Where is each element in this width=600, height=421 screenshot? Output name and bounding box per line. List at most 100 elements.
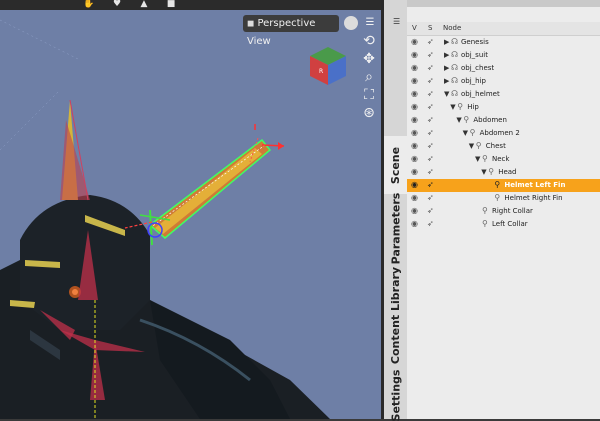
figure-icon[interactable]: ♥ [110,0,124,9]
expand-chevron-icon[interactable]: ▼ [450,103,455,111]
expand-chevron-icon[interactable]: ▼ [469,142,474,150]
node-label: Helmet Left Fin [504,181,566,189]
node-label: obj_chest [461,64,495,72]
selectable-arrow-icon[interactable]: ➶ [427,194,434,202]
bone-icon: ⚲ [457,102,464,111]
scene-node-row[interactable]: ◉ ➶ ▶ ☊ obj_chest [407,62,600,75]
tab-settings[interactable]: Settings [384,370,407,421]
visibility-eye-icon[interactable]: ◉ [411,181,420,189]
visibility-eye-icon[interactable]: ◉ [411,168,420,176]
expand-chevron-icon[interactable]: ▼ [444,90,449,98]
selectable-arrow-icon[interactable]: ➶ [427,103,434,111]
visibility-eye-icon[interactable]: ◉ [411,207,420,215]
scene-node-row[interactable]: ◉ ➶ ▼ ⚲ Abdomen 2 [407,127,600,140]
scene-node-row[interactable]: ◉ ➶ ⚲ Helmet Right Fin [407,192,600,205]
3d-viewport[interactable]: R ✋ ♥ ▲ ■ ◼ Perspective View ☰ ⟲ ✥ ⌕ ⛶ ⊛ [0,0,381,419]
draw-style-button[interactable] [344,16,358,30]
side-tab-bar: Scene Parameters Content Library Setting… [384,0,407,421]
orbit-icon[interactable]: ⟲ [361,33,377,49]
tab-parameters[interactable]: Parameters [384,192,407,264]
shape-icon[interactable]: ▲ [137,0,151,9]
column-node[interactable]: Node [443,24,461,32]
perspective-view-dropdown[interactable]: ◼ Perspective View [243,15,339,47]
node-label: Abdomen 2 [479,129,520,137]
expand-chevron-icon[interactable]: ▶ [444,51,449,59]
scene-node-row[interactable]: ◉ ➶ ▼ ☊ obj_helmet [407,88,600,101]
bone-icon: ⚲ [482,219,488,228]
selectable-arrow-icon[interactable]: ➶ [427,168,434,176]
scene-node-row[interactable]: ◉ ➶ ▼ ⚲ Neck [407,153,600,166]
expand-chevron-icon[interactable]: ▶ [444,38,449,46]
scene-column-header: V S Node [407,22,600,36]
node-label: obj_suit [461,51,488,59]
visibility-eye-icon[interactable]: ◉ [411,116,420,124]
expand-chevron-icon[interactable]: ▶ [444,64,449,72]
scene-node-row[interactable]: ◉ ➶ ▼ ⚲ Abdomen [407,114,600,127]
scene-node-row[interactable]: ◉ ➶ ▶ ☊ obj_suit [407,49,600,62]
column-visible[interactable]: V [412,24,417,32]
visibility-eye-icon[interactable]: ◉ [411,51,420,59]
visibility-eye-icon[interactable]: ◉ [411,77,420,85]
visibility-eye-icon[interactable]: ◉ [411,142,420,150]
expand-chevron-icon[interactable]: ▼ [475,155,480,163]
visibility-eye-icon[interactable]: ◉ [411,155,420,163]
bone-icon: ⚲ [463,115,470,124]
expand-chevron-icon[interactable]: ▶ [444,77,449,85]
scene-render[interactable]: R [0,0,381,419]
visibility-eye-icon[interactable]: ◉ [411,220,420,228]
frame-icon[interactable]: ⛶ [361,87,377,103]
visibility-eye-icon[interactable]: ◉ [411,103,420,111]
expand-chevron-icon[interactable]: ▼ [463,129,468,137]
bone-icon: ⚲ [494,193,501,202]
reset-view-icon[interactable]: ⊛ [361,105,377,121]
selectable-arrow-icon[interactable]: ➶ [427,90,434,98]
figure-icon: ☊ [451,63,459,72]
viewport-menu-icon[interactable]: ☰ [362,15,378,31]
selectable-arrow-icon[interactable]: ➶ [427,155,434,163]
selectable-arrow-icon[interactable]: ➶ [427,116,434,124]
node-label: Genesis [461,38,489,46]
scene-node-row[interactable]: ◉ ➶ ▼ ⚲ Head [407,166,600,179]
figure-icon: ☊ [451,76,459,85]
expand-chevron-icon[interactable]: ▼ [456,116,461,124]
selectable-arrow-icon[interactable]: ➶ [427,129,434,137]
visibility-eye-icon[interactable]: ◉ [411,129,420,137]
scene-node-row[interactable]: ◉ ➶ ▼ ⚲ Hip [407,101,600,114]
bone-icon: ⚲ [494,180,501,189]
node-label: Chest [485,142,506,150]
panel-title-strip [407,0,600,7]
scene-node-row[interactable]: ◉ ➶ ▶ ☊ Genesis [407,36,600,49]
scene-node-row[interactable]: ◉ ➶ ⚲ Helmet Left Fin [407,179,600,192]
selectable-arrow-icon[interactable]: ➶ [427,38,434,46]
node-label: Helmet Right Fin [504,194,563,202]
view-cube: R [310,47,346,85]
tab-content-library[interactable]: Content Library [384,266,407,363]
scene-node-row[interactable]: ◉ ➶ ⚲ Left Collar [407,218,600,231]
bone-pose-icon[interactable]: ✋ [82,0,96,9]
selectable-arrow-icon[interactable]: ➶ [427,220,434,228]
scene-node-row[interactable]: ◉ ➶ ⚲ Right Collar [407,205,600,218]
tab-scene[interactable]: Scene [384,136,407,194]
visibility-eye-icon[interactable]: ◉ [411,194,420,202]
node-label: Abdomen [473,116,507,124]
column-selectable[interactable]: S [428,24,432,32]
selectable-arrow-icon[interactable]: ➶ [427,64,434,72]
node-label: obj_hip [461,77,486,85]
selectable-arrow-icon[interactable]: ➶ [427,51,434,59]
panel-menu-icon[interactable]: ☰ [393,18,402,26]
scene-node-row[interactable]: ◉ ➶ ▼ ⚲ Chest [407,140,600,153]
pan-icon[interactable]: ✥ [361,51,377,67]
selectable-arrow-icon[interactable]: ➶ [427,77,434,85]
selectable-arrow-icon[interactable]: ➶ [427,181,434,189]
selectable-arrow-icon[interactable]: ➶ [427,142,434,150]
camera-icon[interactable]: ■ [164,0,178,9]
visibility-eye-icon[interactable]: ◉ [411,38,420,46]
selectable-arrow-icon[interactable]: ➶ [427,207,434,215]
bone-icon: ⚲ [482,154,488,163]
camera-icon: ◼ [247,19,255,29]
visibility-eye-icon[interactable]: ◉ [411,90,420,98]
visibility-eye-icon[interactable]: ◉ [411,64,420,72]
zoom-icon[interactable]: ⌕ [361,69,377,85]
scene-node-row[interactable]: ◉ ➶ ▶ ☊ obj_hip [407,75,600,88]
expand-chevron-icon[interactable]: ▼ [481,168,486,176]
